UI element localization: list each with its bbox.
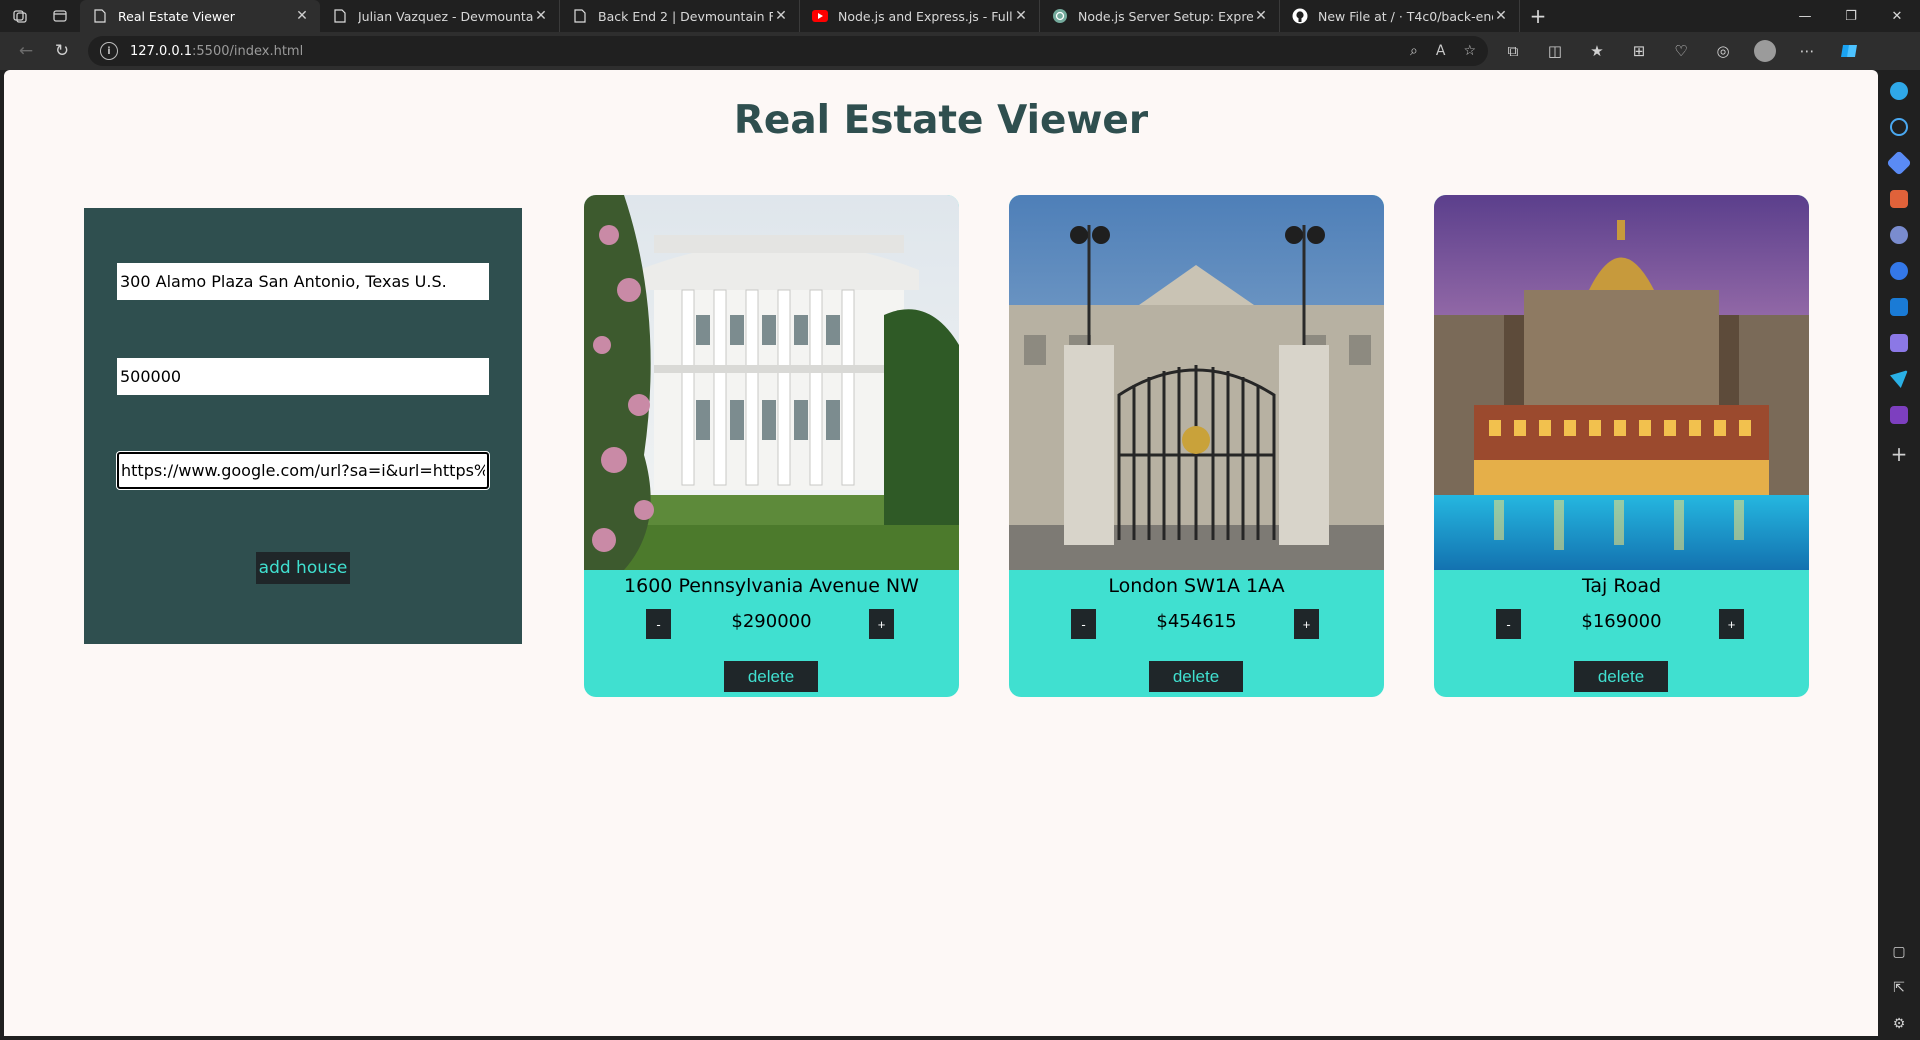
- profile-icon[interactable]: [1746, 35, 1784, 67]
- page-title: Real Estate Viewer: [733, 98, 1149, 143]
- house-address: Taj Road: [1581, 575, 1662, 597]
- tab-title: Julian Vazquez - Devmountain: [358, 8, 533, 24]
- house-card: London SW1A 1AA - $454615 + delete: [1009, 195, 1384, 697]
- close-tab-icon[interactable]: ✕: [294, 8, 310, 24]
- performance-icon[interactable]: ◎: [1704, 35, 1742, 67]
- onenote-icon[interactable]: [1890, 406, 1908, 424]
- microsoft-365-icon[interactable]: [1890, 262, 1908, 280]
- hide-sidebar-icon[interactable]: ▢: [1892, 944, 1905, 960]
- settings-gear-icon[interactable]: ⚙: [1893, 1016, 1906, 1032]
- tab-title: New File at / · T4c0/back-end-2: [1318, 8, 1493, 24]
- read-aloud-icon[interactable]: A: [1436, 43, 1446, 59]
- house-price: $290000: [731, 611, 812, 632]
- house-card: Taj Road - $169000 + delete: [1434, 195, 1809, 697]
- extensions-icon[interactable]: ⧉: [1494, 35, 1532, 67]
- window-controls: — ❐ ✕: [1782, 0, 1920, 32]
- buckingham-palace-photo: [1009, 195, 1384, 570]
- minimize-icon[interactable]: —: [1782, 0, 1828, 32]
- drop-icon[interactable]: [1890, 370, 1908, 388]
- increase-price-button[interactable]: +: [1719, 609, 1744, 639]
- tab-github-new-file[interactable]: New File at / · T4c0/back-end-2 ✕: [1280, 0, 1520, 32]
- close-tab-icon[interactable]: ✕: [1253, 8, 1269, 24]
- page-icon: [332, 8, 348, 24]
- close-tab-icon[interactable]: ✕: [1493, 8, 1509, 24]
- favorites-icon[interactable]: ★: [1578, 35, 1616, 67]
- new-tab-icon[interactable]: +: [1520, 0, 1556, 32]
- search-icon[interactable]: [1890, 118, 1908, 136]
- close-tab-icon[interactable]: ✕: [773, 8, 789, 24]
- chatgpt-icon: [1052, 8, 1068, 24]
- outlook-icon[interactable]: [1890, 298, 1908, 316]
- favorite-star-icon[interactable]: ☆: [1463, 43, 1476, 59]
- page-icon: [92, 8, 108, 24]
- avatar: [1754, 40, 1776, 62]
- more-menu-icon[interactable]: ⋯: [1788, 35, 1826, 67]
- address-input[interactable]: [117, 263, 489, 300]
- tab-title: Real Estate Viewer: [118, 8, 235, 24]
- tab-nodejs-express-course[interactable]: Node.js and Express.js - Full Cou ✕: [800, 0, 1040, 32]
- delete-house-button[interactable]: delete: [1574, 661, 1668, 692]
- youtube-icon: [812, 8, 828, 24]
- address-toolbar: ← ↻ i 127.0.0.1:5500/index.html ⌕ A ☆ ⧉ …: [0, 32, 1920, 70]
- site-info-icon[interactable]: i: [100, 42, 118, 60]
- close-window-icon[interactable]: ✕: [1874, 0, 1920, 32]
- house-card: 1600 Pennsylvania Avenue NW - $290000 + …: [584, 195, 959, 697]
- split-screen-icon[interactable]: ◫: [1536, 35, 1574, 67]
- white-house-photo: [584, 195, 959, 570]
- browser-essentials-icon[interactable]: ♡: [1662, 35, 1700, 67]
- back-icon[interactable]: ←: [8, 35, 44, 67]
- shopping-icon[interactable]: [1886, 150, 1912, 176]
- browser-tab-bar: Real Estate Viewer ✕ Julian Vazquez - De…: [0, 0, 1920, 32]
- add-sidebar-app-icon[interactable]: +: [1891, 442, 1908, 466]
- delete-house-button[interactable]: delete: [724, 661, 818, 692]
- tab-title: Back End 2 | Devmountain Found: [598, 8, 773, 24]
- delete-house-button[interactable]: delete: [1149, 661, 1243, 692]
- url-host: 127.0.0.1: [130, 43, 193, 59]
- tools-icon[interactable]: [1890, 190, 1908, 208]
- tab-actions-icon[interactable]: [40, 0, 80, 32]
- tab-julian-vazquez[interactable]: Julian Vazquez - Devmountain ✕: [320, 0, 560, 32]
- open-external-icon[interactable]: ⇱: [1893, 980, 1905, 996]
- github-icon: [1292, 8, 1308, 24]
- refresh-icon[interactable]: ↻: [44, 35, 80, 67]
- designer-icon[interactable]: [1890, 334, 1908, 352]
- close-tab-icon[interactable]: ✕: [533, 8, 549, 24]
- url-bar[interactable]: i 127.0.0.1:5500/index.html ⌕ A ☆: [88, 36, 1488, 66]
- copilot-sidebar-icon[interactable]: [1890, 82, 1908, 100]
- copilot-icon[interactable]: [1830, 35, 1868, 67]
- url-path: :5500/index.html: [192, 43, 304, 59]
- games-icon[interactable]: [1890, 226, 1908, 244]
- zoom-icon[interactable]: ⌕: [1410, 43, 1418, 59]
- increase-price-button[interactable]: +: [869, 609, 894, 639]
- tab-title: Node.js and Express.js - Full Cou: [838, 8, 1013, 24]
- page-icon: [572, 8, 588, 24]
- page-viewport: Real Estate Viewer add house: [4, 70, 1878, 1036]
- tab-real-estate-viewer[interactable]: Real Estate Viewer ✕: [80, 0, 320, 32]
- collections-icon[interactable]: ⊞: [1620, 35, 1658, 67]
- edge-sidebar: + ▢ ⇱ ⚙: [1878, 70, 1920, 1040]
- tab-title: Node.js Server Setup: Express: [1078, 8, 1253, 24]
- house-address: London SW1A 1AA: [1108, 575, 1285, 597]
- house-price: $169000: [1581, 611, 1662, 632]
- house-price: $454615: [1156, 611, 1237, 632]
- tab-back-end-2[interactable]: Back End 2 | Devmountain Found ✕: [560, 0, 800, 32]
- add-house-button[interactable]: add house: [256, 552, 350, 584]
- tab-nodejs-server-setup[interactable]: Node.js Server Setup: Express ✕: [1040, 0, 1280, 32]
- house-address: 1600 Pennsylvania Avenue NW: [624, 575, 919, 597]
- close-tab-icon[interactable]: ✕: [1013, 8, 1029, 24]
- restore-icon[interactable]: ❐: [1828, 0, 1874, 32]
- taj-hotel-photo: [1434, 195, 1809, 570]
- workspaces-icon[interactable]: [0, 0, 40, 32]
- add-house-form: add house: [84, 208, 522, 644]
- increase-price-button[interactable]: +: [1294, 609, 1319, 639]
- price-input[interactable]: [117, 358, 489, 395]
- image-url-input[interactable]: [116, 451, 490, 490]
